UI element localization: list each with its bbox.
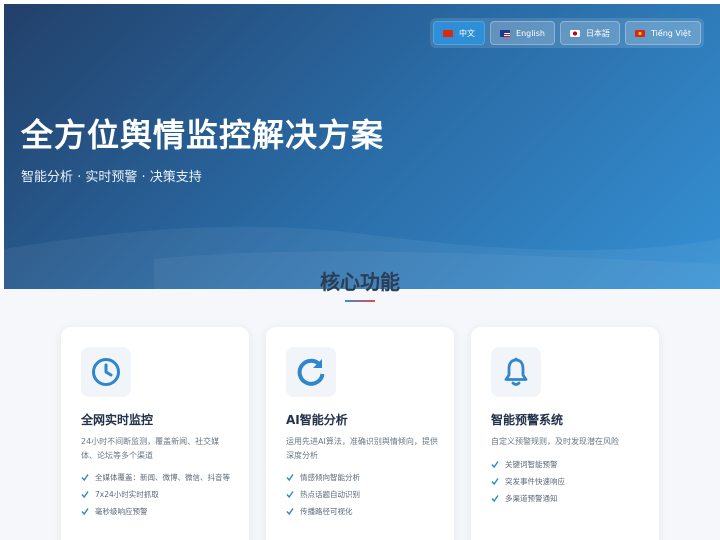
list-item-text: 热点话题自动识别 bbox=[300, 490, 360, 499]
section-underline bbox=[345, 300, 375, 302]
list-item: 关键词智能预警 bbox=[491, 459, 643, 471]
lang-label-ja: 日本語 bbox=[585, 28, 610, 38]
card-title: AI智能分析 bbox=[286, 413, 348, 427]
refresh-icon bbox=[297, 358, 325, 386]
lang-label-zh: 中文 bbox=[459, 28, 476, 38]
list-item-text: 传播路径可视化 bbox=[300, 507, 353, 516]
card-title: 智能预警系统 bbox=[491, 413, 564, 427]
list-item-text: 突发事件快速响应 bbox=[505, 477, 565, 486]
list-item: 突发事件快速响应 bbox=[491, 476, 643, 488]
feature-card-monitoring: 全网实时监控 24小时不间断监测，覆盖新闻、社交媒体、论坛等多个渠道 全媒体覆盖… bbox=[61, 327, 249, 540]
list-item: 7x24小时实时抓取 bbox=[81, 489, 233, 501]
feature-card-warning: 智能预警系统 自定义预警规则，及时发现潜在风险 关键词智能预警 突发事件快速响应… bbox=[471, 327, 659, 540]
feature-list: 关键词智能预警 突发事件快速响应 多渠道预警通知 bbox=[491, 459, 643, 510]
list-item-text: 全媒体覆盖：新闻、微博、微信、抖音等 bbox=[95, 473, 230, 482]
feature-list: 情感倾向智能分析 热点话题自动识别 传播路径可视化 bbox=[286, 472, 438, 523]
list-item-text: 毫秒级响应预警 bbox=[95, 507, 148, 516]
section-title: 核心功能 bbox=[320, 270, 400, 294]
list-item-text: 多渠道预警通知 bbox=[505, 494, 558, 503]
check-icon bbox=[81, 508, 89, 516]
hero-banner: 中文 English 日本語 Tiếng Việt 全方位舆情监控解决方案 智能… bbox=[4, 4, 720, 289]
check-icon bbox=[286, 508, 294, 516]
lang-button-ja[interactable]: 日本語 bbox=[559, 21, 620, 45]
cn-flag-icon bbox=[443, 29, 454, 37]
lang-label-vi: Tiếng Việt bbox=[650, 28, 691, 38]
check-icon bbox=[286, 474, 294, 482]
check-icon bbox=[286, 491, 294, 499]
list-item: 全媒体覆盖：新闻、微博、微信、抖音等 bbox=[81, 472, 233, 484]
list-item: 情感倾向智能分析 bbox=[286, 472, 438, 484]
card-icon-box bbox=[81, 347, 131, 397]
feature-card-ai-analysis: AI智能分析 运用先进AI算法，准确识别舆情倾向，提供深度分析 情感倾向智能分析… bbox=[266, 327, 454, 540]
lang-button-en[interactable]: English bbox=[490, 21, 555, 45]
us-flag-icon bbox=[500, 29, 511, 37]
check-icon bbox=[81, 474, 89, 482]
card-icon-box bbox=[491, 347, 541, 397]
feature-list: 全媒体覆盖：新闻、微博、微信、抖音等 7x24小时实时抓取 毫秒级响应预警 bbox=[81, 472, 233, 523]
hero-subtitle: 智能分析 · 实时预警 · 决策支持 bbox=[21, 170, 202, 185]
lang-button-vi[interactable]: Tiếng Việt bbox=[624, 21, 701, 45]
list-item: 多渠道预警通知 bbox=[491, 493, 643, 505]
card-icon-box bbox=[286, 347, 336, 397]
list-item-text: 关键词智能预警 bbox=[505, 460, 558, 469]
vn-flag-icon bbox=[634, 29, 645, 37]
card-description: 24小时不间断监测，覆盖新闻、社交媒体、论坛等多个渠道 bbox=[81, 437, 220, 460]
card-title: 全网实时监控 bbox=[81, 413, 154, 427]
list-item-text: 7x24小时实时抓取 bbox=[95, 490, 159, 499]
jp-flag-icon bbox=[569, 29, 580, 37]
list-item: 热点话题自动识别 bbox=[286, 489, 438, 501]
check-icon bbox=[81, 491, 89, 499]
list-item-text: 情感倾向智能分析 bbox=[300, 473, 360, 482]
language-switcher: 中文 English 日本語 Tiếng Việt bbox=[430, 18, 704, 48]
list-item: 毫秒级响应预警 bbox=[81, 506, 233, 518]
check-icon bbox=[491, 478, 499, 486]
card-description: 自定义预警规则，及时发现潜在风险 bbox=[491, 437, 619, 446]
clock-icon bbox=[92, 358, 120, 386]
bell-icon bbox=[504, 357, 528, 386]
hero-title: 全方位舆情监控解决方案 bbox=[21, 116, 385, 154]
check-icon bbox=[491, 495, 499, 503]
card-description: 运用先进AI算法，准确识别舆情倾向，提供深度分析 bbox=[286, 437, 438, 460]
lang-button-zh[interactable]: 中文 bbox=[433, 21, 486, 45]
lang-label-en: English bbox=[516, 28, 545, 38]
list-item: 传播路径可视化 bbox=[286, 506, 438, 518]
page: 中文 English 日本語 Tiếng Việt 全方位舆情监控解决方案 智能… bbox=[0, 0, 720, 540]
check-icon bbox=[491, 461, 499, 469]
